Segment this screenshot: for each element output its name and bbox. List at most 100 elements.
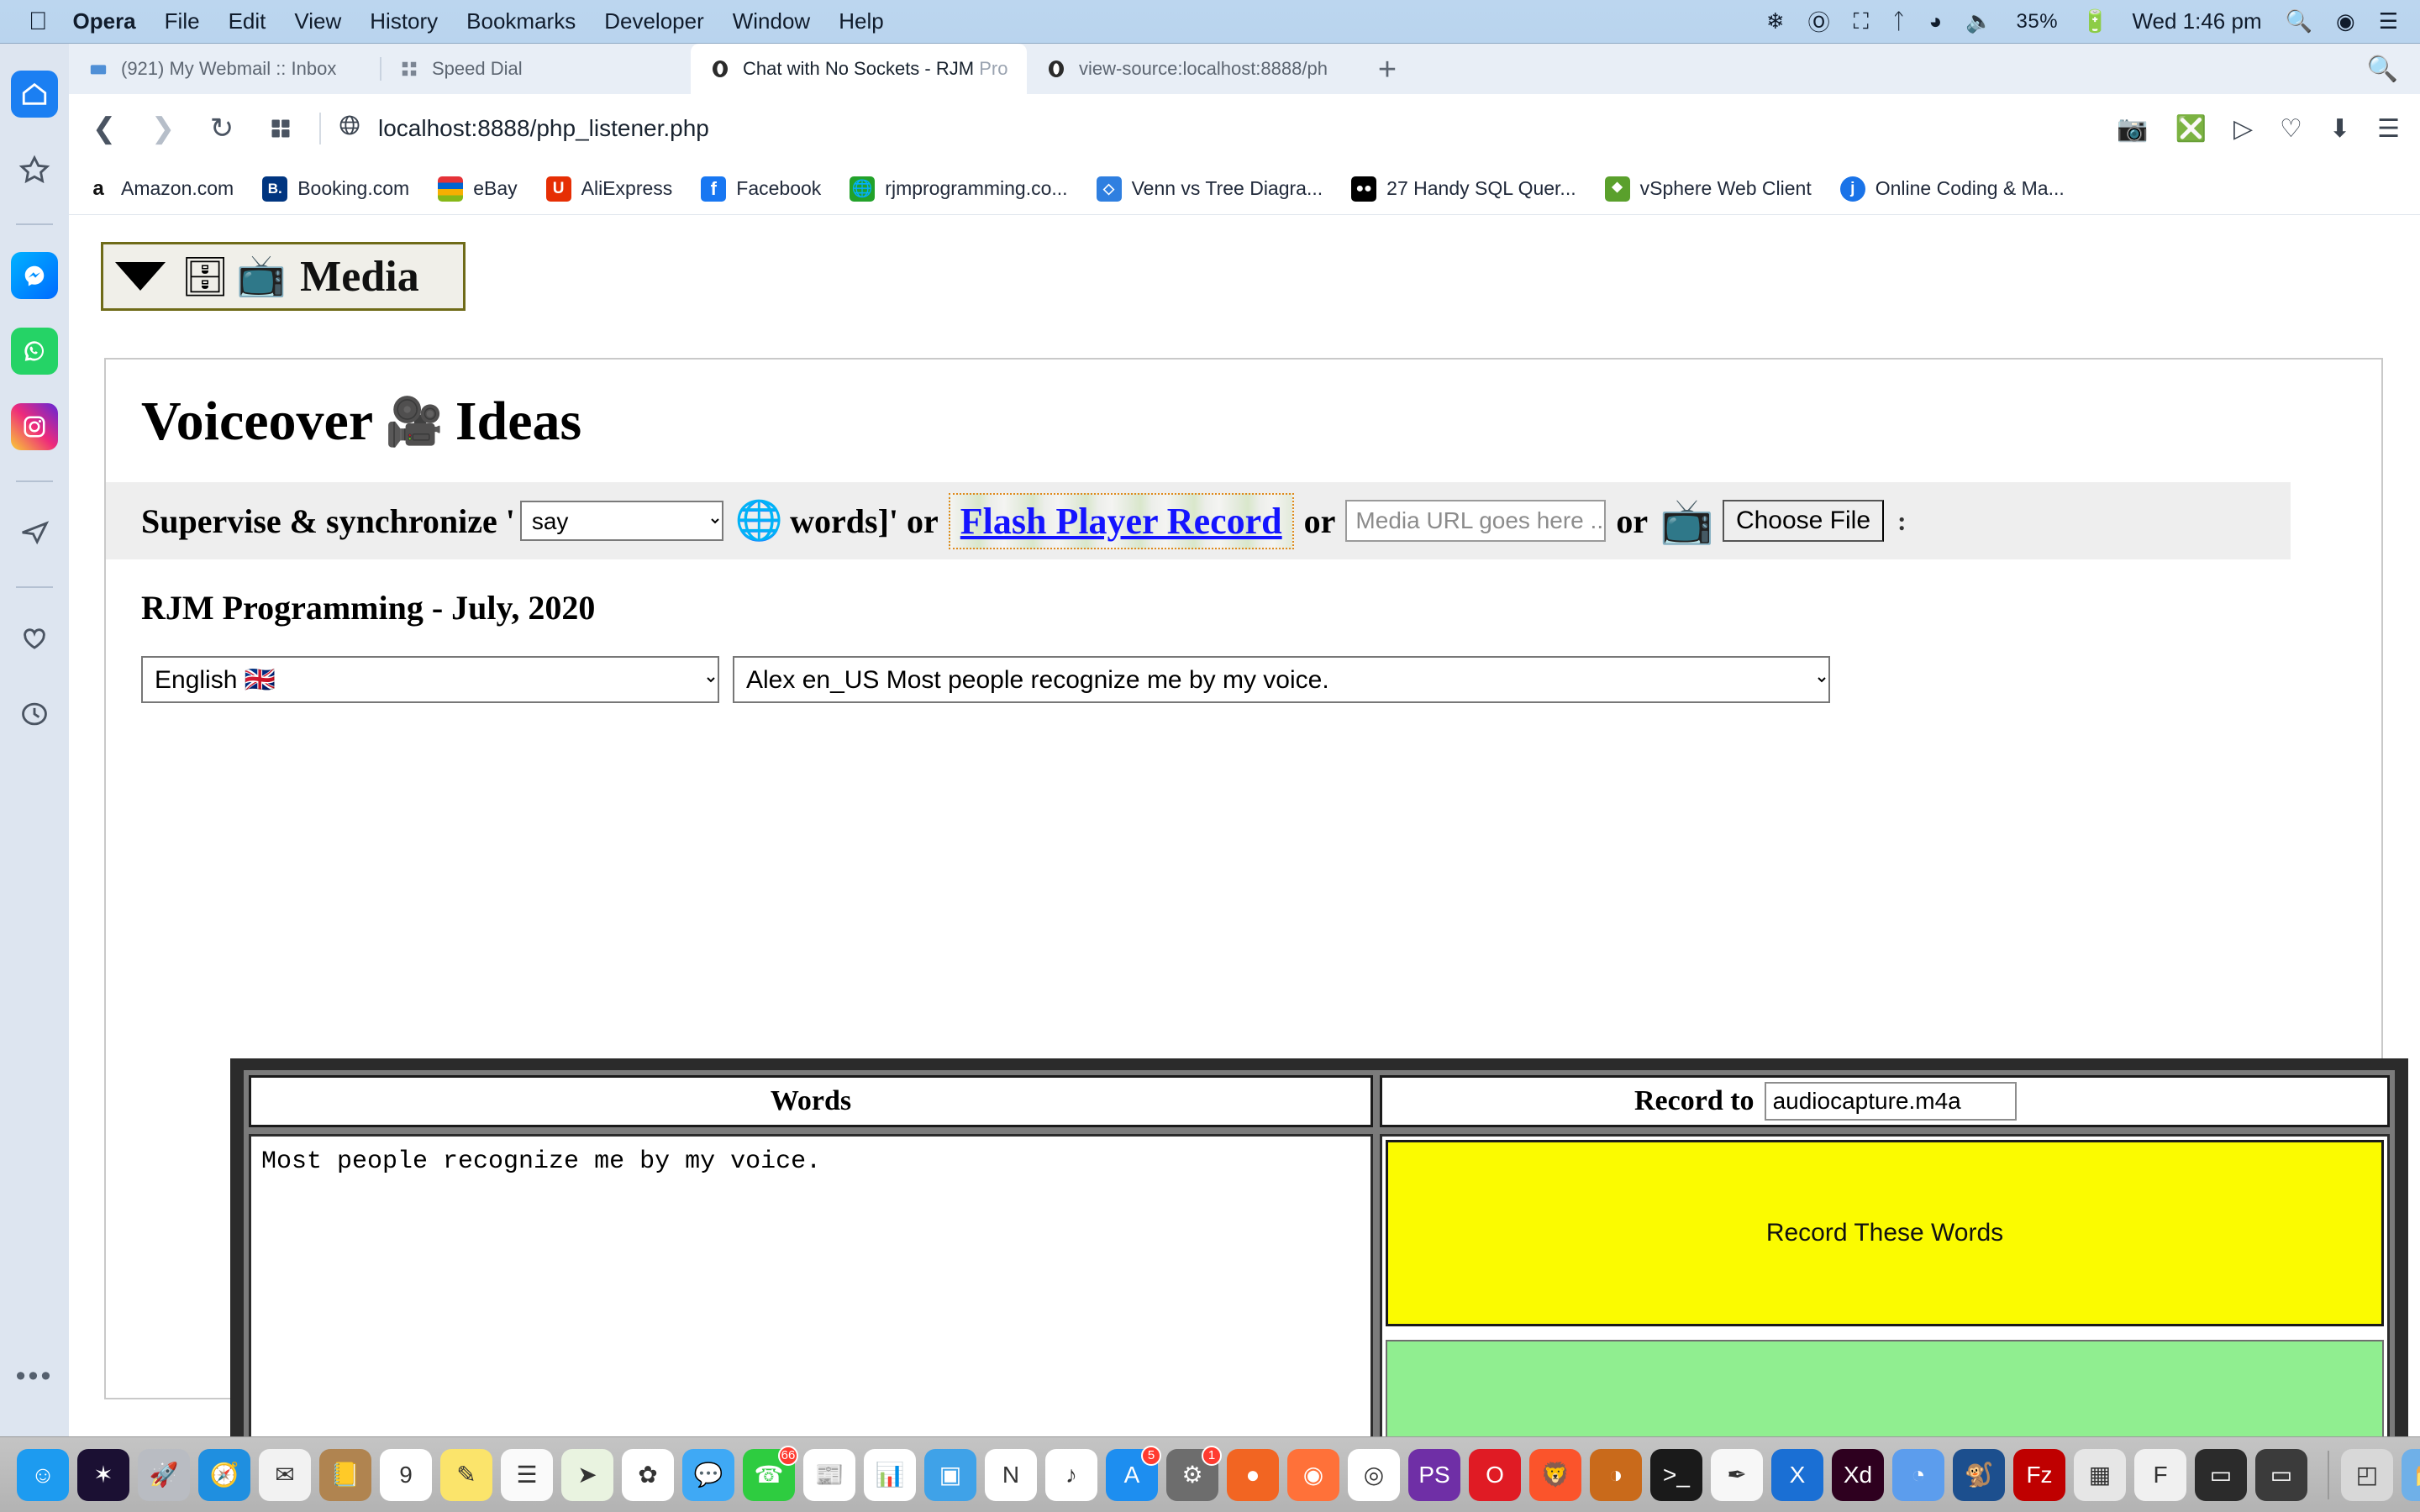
dropdown-caret-icon[interactable] [115, 262, 166, 291]
malwarebytes-icon[interactable]: Ⓞ [1808, 6, 1830, 37]
file-cabinet-icon[interactable]: 🗄 [181, 257, 229, 296]
system-preferences-icon[interactable]: ⚙ 1 [1166, 1445, 1222, 1501]
calendar-icon[interactable]: 9 [380, 1448, 432, 1501]
television-icon[interactable]: 📺 [236, 256, 287, 297]
photos-icon[interactable]: ✿ [622, 1448, 674, 1501]
gimp-icon[interactable]: ● [1227, 1448, 1279, 1501]
calc-icon[interactable]: ▦ [2074, 1448, 2126, 1501]
notes-icon[interactable]: ✎ [440, 1448, 492, 1501]
heart-icon[interactable]: ♡ [2280, 114, 2302, 144]
forward-arrow-icon[interactable]: ❯ [139, 105, 187, 152]
bookmark-vsphere[interactable]: ⯁ vSphere Web Client [1604, 176, 1812, 202]
chrome-icon[interactable]: ◎ [1348, 1448, 1400, 1501]
globe-emoji-icon[interactable]: 🌐 [735, 498, 783, 543]
reload-icon[interactable]: ↻ [198, 105, 245, 152]
browser-tab-view-source[interactable]: view-source:localhost:8888/ph [1027, 44, 1363, 94]
sidebar-item-whatsapp[interactable] [11, 328, 58, 375]
app-store-icon[interactable]: A5 [1106, 1445, 1161, 1501]
adobe-xd-icon[interactable]: Xd [1832, 1448, 1884, 1501]
tab-grid-icon[interactable] [257, 105, 304, 152]
menu-item-help[interactable]: Help [839, 8, 883, 34]
record-these-words-button[interactable]: Record These Words [1386, 1140, 2384, 1326]
voice-select[interactable]: Alex en_US Most people recognize me by m… [733, 656, 1830, 703]
media-url-input[interactable] [1345, 500, 1607, 542]
bookmark-booking[interactable]: B. Booking.com [262, 176, 409, 202]
terminal2-icon[interactable]: ▭ [2195, 1448, 2247, 1501]
download-icon[interactable]: ⬇ [2329, 114, 2350, 144]
browser-tab-speed-dial[interactable]: Speed Dial [380, 44, 691, 94]
little-snitch-icon[interactable]: ❄ [1766, 8, 1785, 34]
terminal-icon[interactable]: >_ [1650, 1448, 1702, 1501]
sidebar-item-home[interactable] [11, 71, 58, 118]
seamonkey-icon[interactable]: 🐒 [1953, 1448, 2005, 1501]
say-select[interactable]: say [519, 501, 723, 541]
keynote-icon[interactable]: ▣ [924, 1448, 976, 1501]
menu-item-history[interactable]: History [370, 8, 438, 34]
bookmark-aliexpress[interactable]: U AliExpress [545, 176, 672, 202]
xcode-icon[interactable]: X [1771, 1448, 1823, 1501]
flash-player-record-link[interactable]: Flash Player Record [948, 492, 1294, 549]
television-icon[interactable]: 📺 [1660, 496, 1714, 547]
menu-item-file[interactable]: File [165, 8, 200, 34]
choose-file-button[interactable]: Choose File [1722, 500, 1885, 542]
words-textarea[interactable] [249, 1134, 1373, 1436]
sidebar-item-speed-dial[interactable] [11, 146, 58, 193]
siri-icon[interactable]: ◉ [2336, 8, 2355, 34]
sidebar-item-telegram[interactable] [11, 509, 58, 556]
bookmark-venn-vs-tree[interactable]: ◇ Venn vs Tree Diagra... [1096, 176, 1323, 202]
browser-tab-chat-with-no-sockets[interactable]: Chat with No Sockets - RJM Pro [691, 44, 1027, 94]
filezilla-icon[interactable]: Fz [2013, 1448, 2065, 1501]
airplay-icon[interactable]: ⛶ [1854, 8, 1869, 35]
volume-icon[interactable]: 🔈 [1965, 8, 1992, 34]
bookmark-27-handy-sql[interactable]: ●● 27 Handy SQL Quer... [1351, 176, 1576, 202]
bookmark-amazon[interactable]: a Amazon.com [86, 176, 234, 202]
color-picker-icon[interactable]: ◔ [1892, 1448, 1944, 1501]
back-arrow-icon[interactable]: ❮ [81, 105, 128, 152]
maps-icon[interactable]: ➤ [561, 1448, 613, 1501]
bluetooth-icon[interactable]: ᛏ [1892, 8, 1906, 34]
photoshop-icon[interactable]: PS [1408, 1448, 1460, 1501]
f-app-icon[interactable]: F [2134, 1448, 2186, 1501]
video-popout-icon[interactable]: ▷ [2233, 114, 2253, 144]
opera-menu-icon[interactable]: ☰ [2377, 114, 2400, 144]
record-to-input[interactable] [1764, 1082, 2017, 1121]
sidebar-more-button[interactable]: ••• [16, 1360, 54, 1393]
textedit-icon[interactable]: ✒ [1711, 1448, 1763, 1501]
snapshot-camera-icon[interactable]: 📷 [2117, 114, 2148, 144]
preview-icon[interactable]: ◰ [2341, 1448, 2393, 1501]
itunes-icon[interactable]: ♪ [1045, 1448, 1097, 1501]
menu-item-edit[interactable]: Edit [229, 8, 266, 34]
messages-icon[interactable]: 💬 [682, 1448, 734, 1501]
contacts-icon[interactable]: 📒 [319, 1448, 371, 1501]
news-red-icon[interactable]: N [985, 1448, 1037, 1501]
sidebar-item-instagram[interactable] [11, 403, 58, 450]
url-input[interactable]: localhost:8888/php_listener.php [338, 105, 2090, 152]
siri-icon[interactable]: ✶ [77, 1448, 129, 1501]
wifi-icon[interactable]: ◕ [1928, 8, 1942, 34]
bookmark-rjmprogramming[interactable]: 🌐 rjmprogramming.co... [850, 176, 1068, 202]
mail-icon[interactable]: ✉ [259, 1448, 311, 1501]
sidebar-item-history[interactable] [11, 690, 58, 738]
reminders-icon[interactable]: ☰ [501, 1448, 553, 1501]
menu-bar-clock[interactable]: Wed 1:46 pm [2132, 8, 2261, 34]
ad-block-icon[interactable]: ❎ [2175, 114, 2207, 144]
browser-tab-webmail[interactable]: (921) My Webmail :: Inbox [69, 44, 380, 94]
numbers-icon[interactable]: 📊 [864, 1448, 916, 1501]
bookmark-facebook[interactable]: f Facebook [701, 176, 821, 202]
bookmark-online-coding[interactable]: j Online Coding & Ma... [1839, 176, 2065, 202]
sidebar-item-messenger[interactable] [11, 252, 58, 299]
menu-item-window[interactable]: Window [733, 8, 810, 34]
launchpad-icon[interactable]: 🚀 [138, 1448, 190, 1501]
folder-icon[interactable]: 📁 [2402, 1448, 2420, 1501]
sidebar-item-favourites[interactable] [11, 615, 58, 662]
dev-icon[interactable]: ◑ [1590, 1448, 1642, 1501]
new-tab-button[interactable]: + [1363, 45, 1412, 94]
terminal3-icon[interactable]: ▭ [2255, 1448, 2307, 1501]
control-center-icon[interactable]: ☰ [2379, 8, 2398, 34]
finder-icon[interactable]: ☺ [17, 1448, 69, 1501]
menu-item-developer[interactable]: Developer [604, 8, 704, 34]
spotlight-search-icon[interactable]: 🔍 [2286, 8, 2312, 34]
bookmark-ebay[interactable]: eBay [438, 176, 518, 202]
brave-icon[interactable]: 🦁 [1529, 1448, 1581, 1501]
menu-item-bookmarks[interactable]: Bookmarks [466, 8, 576, 34]
